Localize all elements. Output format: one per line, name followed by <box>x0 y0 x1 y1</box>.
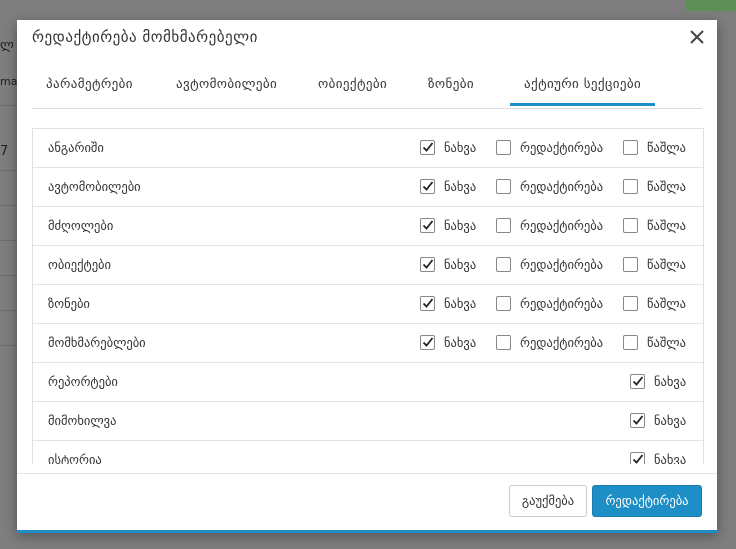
edit-label: რედაქტირება <box>520 179 604 194</box>
view-label: ნახვა <box>444 140 477 155</box>
background-divider <box>0 205 17 206</box>
view-label: ნახვა <box>444 296 477 311</box>
modal-header: რედაქტირება მომხმარებელი <box>17 20 717 56</box>
save-button[interactable]: რედაქტირება <box>592 485 702 517</box>
tab-vehicles[interactable]: ავტომობილები <box>162 68 291 106</box>
view-checkbox[interactable] <box>630 374 645 389</box>
modal-footer: გაუქმება რედაქტირება <box>17 473 717 531</box>
permission-row: მძღოლები ნახვა რედაქტირება წაშლა <box>33 207 703 246</box>
permission-row: მომხმარებლები ნახვა რედაქტირება წაშლა <box>33 324 703 363</box>
background-text-1: ლ <box>0 38 14 53</box>
delete-label: წაშლა <box>647 140 686 155</box>
view-label: ნახვა <box>444 335 477 350</box>
view-checkbox[interactable] <box>420 335 435 350</box>
permission-row: ანგარიში ნახვა რედაქტირება წაშლა <box>33 129 703 168</box>
delete-checkbox[interactable] <box>623 140 638 155</box>
tab-bar: პარამეტრები ავტომობილები ობიექტები ზონებ… <box>32 68 702 109</box>
background-divider <box>0 310 17 311</box>
edit-checkbox[interactable] <box>496 335 511 350</box>
edit-checkbox[interactable] <box>496 257 511 272</box>
permission-row-label: ობიექტები <box>48 257 111 272</box>
background-divider <box>0 345 17 346</box>
permission-row: რეპორტები ნახვა <box>33 363 703 402</box>
background-text-3: 7 <box>0 144 9 159</box>
delete-label: წაშლა <box>647 335 686 350</box>
permission-row: ობიექტები ნახვა რედაქტირება წაშლა <box>33 246 703 285</box>
edit-label: რედაქტირება <box>520 296 604 311</box>
background-divider <box>0 240 17 241</box>
view-label: ნახვა <box>444 179 477 194</box>
permission-row-label: რეპორტები <box>48 374 118 389</box>
view-label: ნახვა <box>654 374 687 389</box>
edit-label: რედაქტირება <box>520 218 604 233</box>
permission-row-label: მძღოლები <box>48 218 114 233</box>
view-label: ნახვა <box>654 452 687 464</box>
close-icon[interactable] <box>687 27 707 47</box>
tab-objects[interactable]: ობიექტები <box>304 68 401 106</box>
view-checkbox[interactable] <box>420 218 435 233</box>
edit-checkbox[interactable] <box>496 218 511 233</box>
edit-checkbox[interactable] <box>496 140 511 155</box>
view-label: ნახვა <box>444 257 477 272</box>
delete-label: წაშლა <box>647 257 686 272</box>
delete-label: წაშლა <box>647 218 686 233</box>
background-divider <box>0 105 17 106</box>
permission-row: ისტორია ნახვა <box>33 441 703 464</box>
permission-row-label: ავტომობილები <box>48 179 141 194</box>
cancel-button[interactable]: გაუქმება <box>509 485 587 517</box>
permissions-table[interactable]: ანგარიში ნახვა რედაქტირება წაშლა ავტომობილებ… <box>32 128 704 464</box>
view-checkbox[interactable] <box>420 179 435 194</box>
delete-checkbox[interactable] <box>623 257 638 272</box>
delete-label: წაშლა <box>647 296 686 311</box>
permission-row: ზონები ნახვა რედაქტირება წაშლა <box>33 285 703 324</box>
tab-zones[interactable]: ზონები <box>414 68 488 106</box>
background-divider <box>0 275 17 276</box>
delete-checkbox[interactable] <box>623 335 638 350</box>
background-divider <box>0 170 17 171</box>
modal-title: რედაქტირება მომხმარებელი <box>32 28 258 46</box>
permission-row-label: ზონები <box>48 296 90 311</box>
permission-row: ავტომობილები ნახვა რედაქტირება წაშლა <box>33 168 703 207</box>
edit-label: რედაქტირება <box>520 335 604 350</box>
background-green-button <box>685 0 736 11</box>
view-checkbox[interactable] <box>420 257 435 272</box>
view-checkbox[interactable] <box>420 140 435 155</box>
tab-active-sections[interactable]: აქტიური სექციები <box>510 68 656 106</box>
delete-checkbox[interactable] <box>623 296 638 311</box>
permission-row-label: ანგარიში <box>48 140 104 155</box>
view-label: ნახვა <box>654 413 687 428</box>
tab-parameters[interactable]: პარამეტრები <box>32 68 147 106</box>
edit-label: რედაქტირება <box>520 140 604 155</box>
edit-checkbox[interactable] <box>496 296 511 311</box>
view-checkbox[interactable] <box>630 413 645 428</box>
edit-label: რედაქტირება <box>520 257 604 272</box>
permission-row: მიმოხილვა ნახვა <box>33 402 703 441</box>
permission-row-label: მიმოხილვა <box>48 413 117 428</box>
edit-checkbox[interactable] <box>496 179 511 194</box>
permission-row-label: მომხმარებლები <box>48 335 146 350</box>
edit-user-modal: რედაქტირება მომხმარებელი პარამეტრები ავტ… <box>17 20 717 533</box>
delete-label: წაშლა <box>647 179 686 194</box>
delete-checkbox[interactable] <box>623 218 638 233</box>
view-label: ნახვა <box>444 218 477 233</box>
permission-row-label: ისტორია <box>48 452 102 464</box>
delete-checkbox[interactable] <box>623 179 638 194</box>
view-checkbox[interactable] <box>630 452 645 464</box>
view-checkbox[interactable] <box>420 296 435 311</box>
